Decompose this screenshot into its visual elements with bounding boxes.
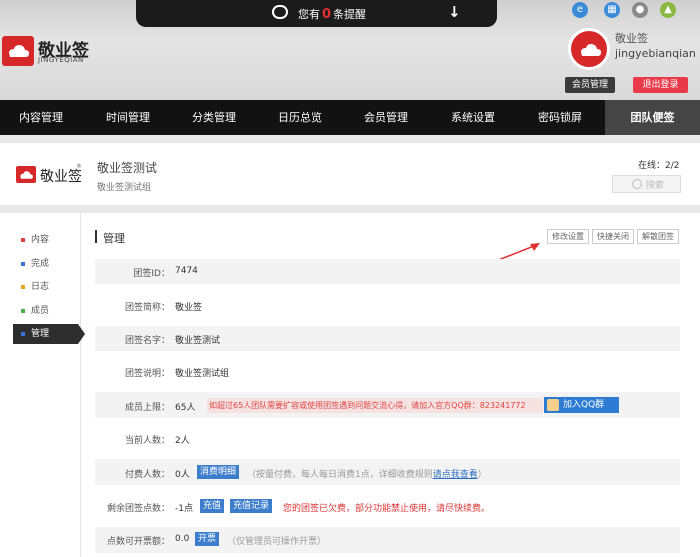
team-short-name-value: 敬业签: [175, 303, 203, 313]
sidebar-divider: [80, 213, 81, 557]
sidebar-item-manage[interactable]: 管理: [13, 324, 85, 344]
cloud-icon: [20, 171, 33, 179]
user-account: jingyebianqian: [615, 47, 696, 60]
field-label: 团签说明：: [124, 369, 170, 379]
field-label: 点数可开票额：: [106, 537, 170, 547]
field-label: 成员上限：: [124, 403, 170, 413]
registered-mark: ®: [76, 163, 82, 170]
team-name-value: 敬业签测试: [175, 336, 221, 346]
team-logo: [16, 166, 36, 183]
current-count-value: 2人: [175, 436, 190, 446]
field-label: 团签简称：: [124, 303, 170, 313]
active-pointer-icon: [78, 324, 85, 344]
sidebar-item-label: 成员: [31, 306, 50, 316]
notification-text: 您有 0 条提醒: [298, 7, 367, 22]
paid-count-value: 0人: [175, 470, 190, 480]
online-status: 在线：2/2: [638, 161, 680, 171]
sidebar-item-label: 管理: [31, 329, 50, 339]
section-marker: [95, 230, 97, 243]
sidebar-item-label: 内容: [31, 235, 50, 245]
recharge-log-button[interactable]: 充值记录: [230, 499, 273, 513]
section-title: 管理: [103, 232, 125, 245]
dissolve-team-button[interactable]: 解散团签: [637, 229, 679, 244]
sidebar-item-done[interactable]: 完成: [13, 254, 78, 274]
nav-team-notes[interactable]: 团队便签: [605, 100, 700, 135]
qq-avatar-icon: [547, 399, 559, 411]
sidebar-item-content[interactable]: 内容: [13, 230, 78, 250]
billing-rules-link[interactable]: 请点我查看: [433, 470, 478, 480]
nav-settings[interactable]: 系统设置: [430, 100, 516, 135]
user-nickname: 敬业签: [615, 32, 648, 45]
android-icon[interactable]: ▲: [660, 2, 676, 18]
search-icon: [632, 179, 642, 189]
sidebar-item-label: 日志: [31, 282, 50, 292]
nav-content[interactable]: 内容管理: [0, 100, 82, 135]
nav-calendar[interactable]: 日历总览: [258, 100, 342, 135]
join-qq-group-button[interactable]: 加入QQ群: [544, 397, 619, 413]
search-input[interactable]: 搜索: [612, 175, 681, 193]
field-label: 剩余团签点数：: [106, 504, 170, 514]
download-arrow-icon[interactable]: ↓: [448, 3, 461, 21]
sidebar-item-label: 完成: [31, 259, 50, 269]
avatar[interactable]: [568, 28, 610, 70]
team-name: 敬业签测试: [97, 161, 158, 175]
points-value: -1点: [175, 504, 193, 514]
bullet-icon: [21, 238, 25, 242]
online-count: 2/2: [665, 161, 680, 171]
logout-button[interactable]: 退出登录: [633, 77, 688, 93]
field-label: 付费人数：: [124, 470, 170, 480]
billing-note: （按量付费，每人每日消费1点，详细收费规则请点我查看）: [247, 470, 487, 480]
bullet-icon: [21, 285, 25, 289]
search-placeholder: 搜索: [646, 181, 665, 191]
ie-icon[interactable]: e: [572, 2, 588, 18]
field-label: 当前人数：: [124, 436, 170, 446]
team-desc: 敬业签测试组: [97, 183, 152, 193]
member-limit-value: 65人: [175, 403, 196, 413]
consumption-detail-button[interactable]: 消费明细: [197, 465, 240, 479]
bullet-icon: [21, 309, 25, 313]
edit-settings-button[interactable]: 修改设置: [547, 229, 589, 244]
qq-notice-text: 如超过65人团队需要扩容或使用团签遇到问题交流心得，请加入官方QQ群：82324…: [209, 401, 526, 410]
arrears-warning: 您的团签已欠费，部分功能禁止使用，请尽快续费。: [283, 504, 491, 514]
brand-logo[interactable]: [2, 36, 34, 66]
member-management-button[interactable]: 会员管理: [565, 77, 615, 93]
sidebar-item-log[interactable]: 日志: [13, 277, 78, 297]
field-label: 团签ID：: [133, 269, 170, 279]
nav-time[interactable]: 时间管理: [86, 100, 170, 135]
team-desc-value: 敬业签测试组: [175, 369, 230, 379]
nav-member[interactable]: 会员管理: [344, 100, 428, 135]
chat-icon: [272, 5, 288, 19]
windows-icon[interactable]: ▦: [604, 2, 620, 18]
notification-bar[interactable]: 您有 0 条提醒 ↓: [136, 0, 497, 27]
nav-category[interactable]: 分类管理: [172, 100, 256, 135]
notification-count: 0: [322, 7, 332, 22]
apple-icon[interactable]: ●: [632, 2, 648, 18]
recharge-button[interactable]: 充值: [200, 499, 225, 513]
team-id-value: 7474: [175, 266, 198, 276]
field-label: 团签名字：: [124, 336, 170, 346]
invoice-amount-value: 0.0: [175, 534, 190, 544]
quick-close-button[interactable]: 快捷关闭: [592, 229, 634, 244]
brand-sub: JINGYEQIAN: [38, 56, 84, 64]
join-qq-group-label: 加入QQ群: [563, 400, 605, 410]
bullet-icon: [21, 332, 25, 336]
invoice-button[interactable]: 开票: [195, 532, 220, 546]
cloud-icon: [581, 44, 601, 56]
main-nav: 内容管理 时间管理 分类管理 日历总览 会员管理 系统设置 密码锁屏 团队便签: [0, 100, 700, 135]
sidebar-item-members[interactable]: 成员: [13, 301, 78, 321]
nav-lock[interactable]: 密码锁屏: [518, 100, 602, 135]
invoice-note: （仅管理员可操作开票）: [227, 537, 327, 547]
bullet-icon: [21, 262, 25, 266]
cloud-icon: [9, 45, 29, 57]
